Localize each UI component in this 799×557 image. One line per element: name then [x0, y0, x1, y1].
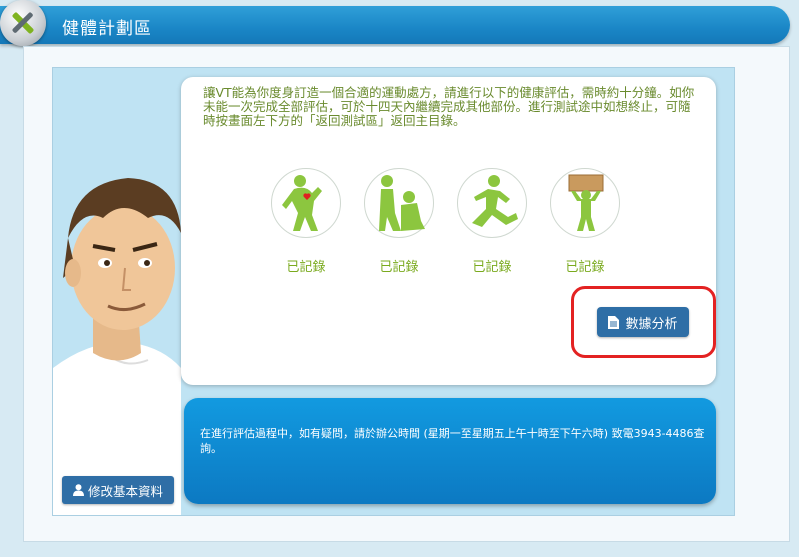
assessment-item-cardio[interactable]: 已記錄: [269, 168, 343, 275]
edit-profile-button[interactable]: 修改基本資料: [62, 476, 174, 504]
assessment-icons: 已記錄 已記錄 已記錄 已記錄: [269, 168, 639, 278]
data-analysis-button[interactable]: 數據分析: [597, 307, 689, 337]
assessment-status: 已記錄: [379, 260, 419, 275]
user-icon: [72, 484, 84, 496]
intro-text: 讓VT能為你度身訂造一個合適的運動處方，請進行以下的健康評估，需時約十分鐘。如你…: [203, 85, 695, 128]
assessment-status: 已記錄: [472, 260, 512, 275]
assessment-item-strength[interactable]: 已記錄: [548, 168, 622, 275]
tools-logo-icon: [0, 0, 46, 46]
app-header: 健體計劃區: [0, 6, 790, 44]
page-title: 健體計劃區: [62, 19, 152, 39]
assessment-status: 已記錄: [286, 260, 326, 275]
sit-reach-figure-icon: [379, 175, 425, 231]
data-analysis-label: 數據分析: [625, 316, 678, 332]
assessment-status: 已記錄: [565, 260, 605, 275]
assessment-item-flexibility[interactable]: 已記錄: [362, 168, 436, 275]
running-figure-icon: [472, 175, 518, 227]
assessment-item-running[interactable]: 已記錄: [455, 168, 529, 275]
info-box: 在進行評估過程中，如有疑問，請於辦公時間 (星期一至星期五上午十時至下午六時) …: [184, 398, 716, 504]
character-illustration: [53, 178, 181, 515]
edit-profile-label: 修改基本資料: [87, 483, 163, 499]
document-icon: [608, 315, 620, 329]
lifting-figure-icon: [568, 174, 604, 231]
info-text: 在進行評估過程中，如有疑問，請於辦公時間 (星期一至星期五上午十時至下午六時) …: [200, 427, 705, 455]
heart-figure-icon: [282, 175, 322, 231]
